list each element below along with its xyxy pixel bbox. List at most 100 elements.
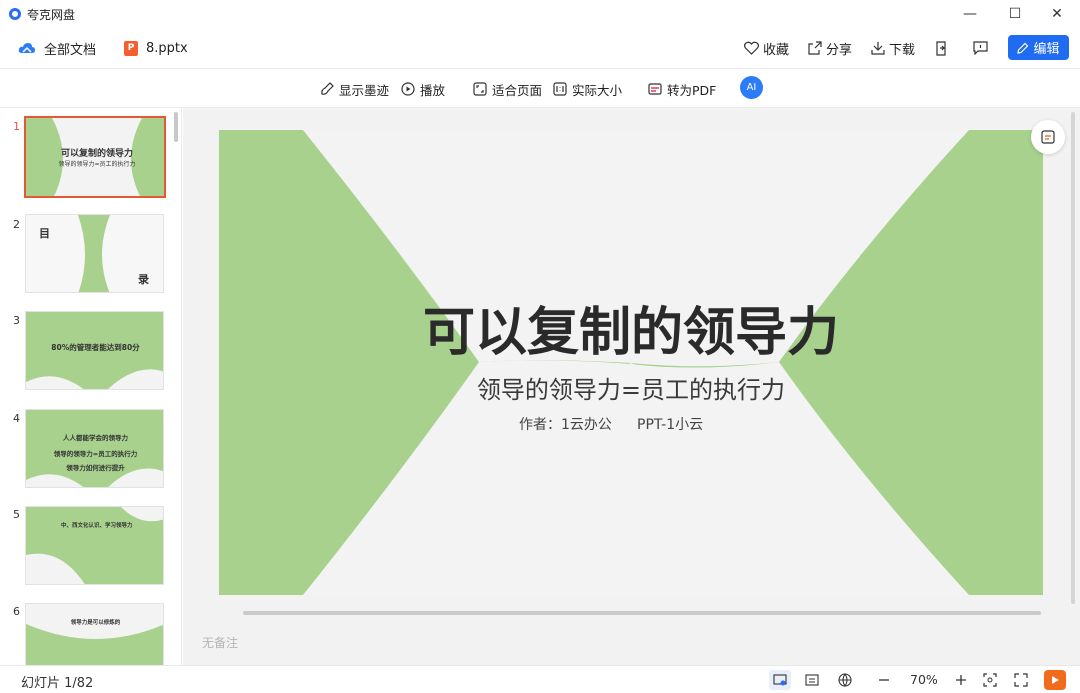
slide-thumbnail-4[interactable]: 人人都能学会的领导力 领导的领导力=员工的执行力 领导力如何进行提升	[25, 409, 164, 488]
share-label: 分享	[826, 42, 853, 58]
fullscreen-button[interactable]	[1010, 670, 1032, 690]
convert-pdf-label: 转为PDF	[667, 82, 717, 98]
thumb-background	[26, 604, 163, 665]
play-icon	[1052, 676, 1059, 684]
edit-label: 编辑	[1033, 42, 1060, 57]
fit-window-icon	[983, 673, 997, 687]
play-icon	[401, 82, 415, 96]
pptx-file-icon: P	[124, 40, 139, 56]
zoom-in-button[interactable]	[950, 670, 972, 690]
play-label: 播放	[420, 82, 446, 98]
title-bar: 夸克网盘	[0, 0, 1080, 28]
notes-placeholder[interactable]: 无备注	[202, 634, 238, 651]
breadcrumb-root[interactable]: 全部文档	[44, 39, 96, 58]
thumb-extra: 领导力如何进行提升	[66, 464, 125, 472]
show-ink-button[interactable]: 显示墨迹	[320, 80, 389, 98]
actual-size-label: 实际大小	[572, 82, 623, 98]
plus-icon	[956, 675, 966, 685]
breadcrumb[interactable]: 全部文档	[18, 39, 96, 58]
globe-icon	[838, 673, 852, 687]
slide-ppt-credit: PPT-1小云	[637, 417, 704, 433]
ink-pen-icon	[321, 82, 334, 95]
pencil-icon	[1017, 42, 1029, 54]
document-header: 全部文档 P 8.pptx	[0, 28, 1080, 68]
show-ink-label: 显示墨迹	[339, 82, 390, 98]
thumb-subtitle: 领导的领导力=员工的执行力	[53, 450, 138, 458]
convert-pdf-button[interactable]: 转为PDF	[648, 80, 716, 98]
slide-title: 可以复制的领导力	[422, 303, 839, 363]
status-bar: 幻灯片 1/82 70%	[0, 665, 1080, 693]
zoom-level: 70%	[910, 672, 938, 687]
thumb-subtitle: 领导的领导力=员工的执行力	[58, 161, 136, 168]
thumb-number: 4	[13, 412, 20, 425]
maximize-button[interactable]: ☐	[992, 0, 1038, 28]
share-button[interactable]: 分享	[808, 36, 852, 60]
zoom-out-button[interactable]	[873, 670, 895, 690]
thumb-subtitle: 录	[138, 273, 149, 286]
sidebar-scrollbar[interactable]	[174, 112, 178, 142]
actual-size-icon	[553, 82, 567, 96]
app-title: 夸克网盘	[27, 7, 76, 22]
close-button[interactable]: ✕	[1034, 0, 1080, 28]
floating-tool-button[interactable]	[1031, 120, 1065, 154]
thumb-title: 目	[39, 227, 50, 240]
thumb-number: 3	[13, 314, 20, 327]
fit-page-label: 适合页面	[492, 82, 543, 98]
export-button[interactable]	[934, 36, 952, 60]
slide-thumbnail-panel[interactable]: 1 可以复制的领导力 领导的领导力=员工的执行力 2 目 录 3 80%的管理者…	[0, 108, 182, 665]
minimize-button[interactable]: —	[947, 0, 993, 28]
pdf-icon	[648, 83, 662, 95]
slide-thumbnail-2[interactable]: 目 录	[25, 214, 164, 293]
download-label: 下载	[889, 42, 916, 58]
screen-capture-icon	[1041, 130, 1055, 144]
export-icon	[936, 40, 946, 56]
thumb-title: 可以复制的领导力	[60, 149, 133, 159]
web-view-button[interactable]	[834, 670, 856, 690]
heart-icon	[744, 41, 759, 55]
viewer-toolbar: 显示墨迹 播放 适合页面 实际大小 转为PDF	[0, 68, 1080, 108]
ai-assistant-button[interactable]: AI	[740, 76, 763, 99]
vertical-scrollbar[interactable]	[1071, 112, 1075, 604]
thumb-title: 80%的管理者能达到80分	[51, 343, 140, 352]
fit-page-icon	[473, 82, 487, 96]
slide-thumbnail-6[interactable]: 领导力是可以修炼的	[25, 603, 164, 665]
file-name: 8.pptx	[146, 40, 188, 56]
normal-view-button[interactable]	[769, 670, 791, 690]
thumb-title: 中、西文化认识、学习领导力	[61, 523, 133, 529]
fit-page-button[interactable]: 适合页面	[473, 80, 542, 98]
slide-subtitle: 领导的领导力=员工的执行力	[476, 376, 786, 404]
minus-icon	[879, 679, 889, 681]
cloud-icon	[18, 43, 35, 53]
horizontal-scrollbar[interactable]	[243, 611, 1041, 615]
play-button[interactable]: 播放	[401, 80, 445, 98]
app-logo-icon	[9, 8, 21, 20]
thumb-title: 领导力是可以修炼的	[70, 620, 121, 626]
edit-button[interactable]: 编辑	[1008, 35, 1069, 60]
share-icon	[808, 41, 822, 55]
slide-view-icon	[773, 673, 787, 685]
fit-window-button[interactable]	[979, 670, 1001, 690]
slide-thumbnail-5[interactable]: 中、西文化认识、学习领导力	[25, 506, 164, 585]
slide-thumbnail-1[interactable]: 可以复制的领导力 领导的领导力=员工的执行力	[24, 116, 166, 198]
comment-button[interactable]	[973, 36, 992, 60]
favorite-label: 收藏	[763, 42, 790, 58]
thumb-number: 2	[13, 218, 20, 231]
actual-size-button[interactable]: 实际大小	[553, 80, 622, 98]
comment-icon	[973, 41, 988, 55]
fullscreen-icon	[1014, 673, 1028, 687]
download-button[interactable]: 下载	[871, 36, 915, 60]
thumb-title: 人人都能学会的领导力	[63, 434, 128, 442]
slide-counter: 幻灯片 1/82	[21, 676, 94, 691]
slideshow-button[interactable]	[1044, 670, 1066, 690]
thumb-background	[26, 507, 163, 584]
current-slide: 可以复制的领导力 领导的领导力=员工的执行力 作者：1云办公 PPT-1小云	[219, 130, 1043, 595]
thumb-number: 6	[13, 605, 20, 618]
notes-view-button[interactable]	[801, 670, 823, 690]
notes-icon	[805, 674, 819, 686]
download-icon	[871, 42, 885, 55]
thumb-number: 5	[13, 508, 20, 521]
slide-author: 作者：1云办公	[519, 417, 612, 433]
favorite-button[interactable]: 收藏	[744, 36, 789, 60]
thumb-number: 1	[13, 120, 20, 133]
slide-thumbnail-3[interactable]: 80%的管理者能达到80分	[25, 311, 164, 390]
